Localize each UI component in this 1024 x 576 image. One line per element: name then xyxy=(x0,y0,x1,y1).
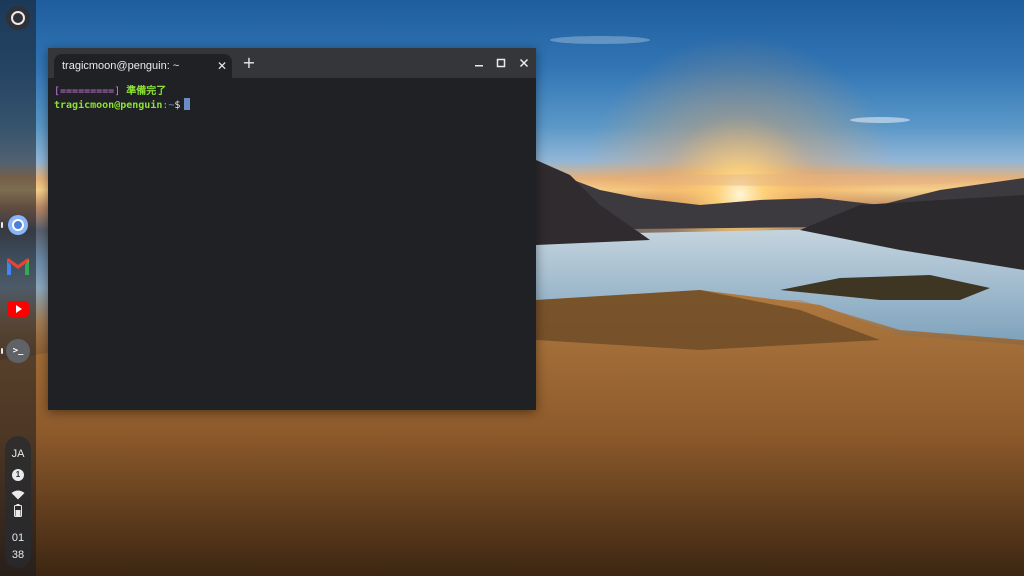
ready-message: 準備完了 xyxy=(126,86,167,97)
close-icon xyxy=(519,58,529,68)
launcher-button[interactable] xyxy=(6,6,30,30)
launcher-icon xyxy=(11,11,25,25)
ime-indicator[interactable]: JA xyxy=(5,448,31,460)
terminal-icon: >_ xyxy=(6,339,30,363)
text-cursor xyxy=(184,98,191,110)
minimize-icon xyxy=(475,65,483,67)
maximize-button[interactable] xyxy=(494,56,508,70)
chrome-icon xyxy=(8,215,28,235)
notification-count-badge[interactable]: 1 xyxy=(12,469,24,481)
wifi-icon xyxy=(11,487,25,505)
prompt-symbol: $ xyxy=(174,100,181,111)
close-window-button[interactable] xyxy=(517,56,531,70)
clock-minute: 38 xyxy=(11,549,25,561)
shelf: >_ JA 1 01 38 xyxy=(0,0,36,576)
shelf-app-gmail[interactable] xyxy=(6,255,30,279)
clock[interactable]: 01 38 xyxy=(5,530,31,564)
tab-close-icon[interactable]: ✕ xyxy=(216,60,228,72)
shelf-app-youtube[interactable] xyxy=(6,297,30,321)
progress-bar-text: [=========] xyxy=(54,86,121,97)
chrome-running-indicator xyxy=(1,222,3,228)
battery-icon xyxy=(14,504,22,522)
terminal-window[interactable]: tragicmoon@penguin: ~ ✕ + [=========] 準備… xyxy=(48,48,536,410)
shelf-app-terminal[interactable]: >_ xyxy=(6,339,30,363)
shelf-app-chrome[interactable] xyxy=(6,213,30,237)
terminal-output[interactable]: [=========] 準備完了 tragicmoon@penguin:~$ xyxy=(48,78,536,410)
minimize-button[interactable] xyxy=(472,56,486,70)
clock-hour: 01 xyxy=(11,532,25,544)
maximize-icon xyxy=(496,58,506,68)
prompt-path: :~ xyxy=(162,100,175,111)
window-titlebar[interactable]: tragicmoon@penguin: ~ ✕ + xyxy=(48,48,536,78)
status-area[interactable]: JA 1 01 38 xyxy=(5,436,31,568)
prompt-user: tragicmoon@penguin xyxy=(54,100,163,111)
tab-title: tragicmoon@penguin: ~ xyxy=(62,60,180,72)
terminal-prompt-line[interactable]: tragicmoon@penguin:~$ xyxy=(54,98,191,112)
youtube-icon xyxy=(7,301,29,317)
new-tab-button[interactable]: + xyxy=(242,55,256,71)
terminal-line-status: [=========] 準備完了 xyxy=(54,85,166,98)
gmail-icon xyxy=(7,258,29,275)
terminal-running-indicator xyxy=(1,348,3,354)
terminal-tab[interactable]: tragicmoon@penguin: ~ ✕ xyxy=(54,54,232,78)
